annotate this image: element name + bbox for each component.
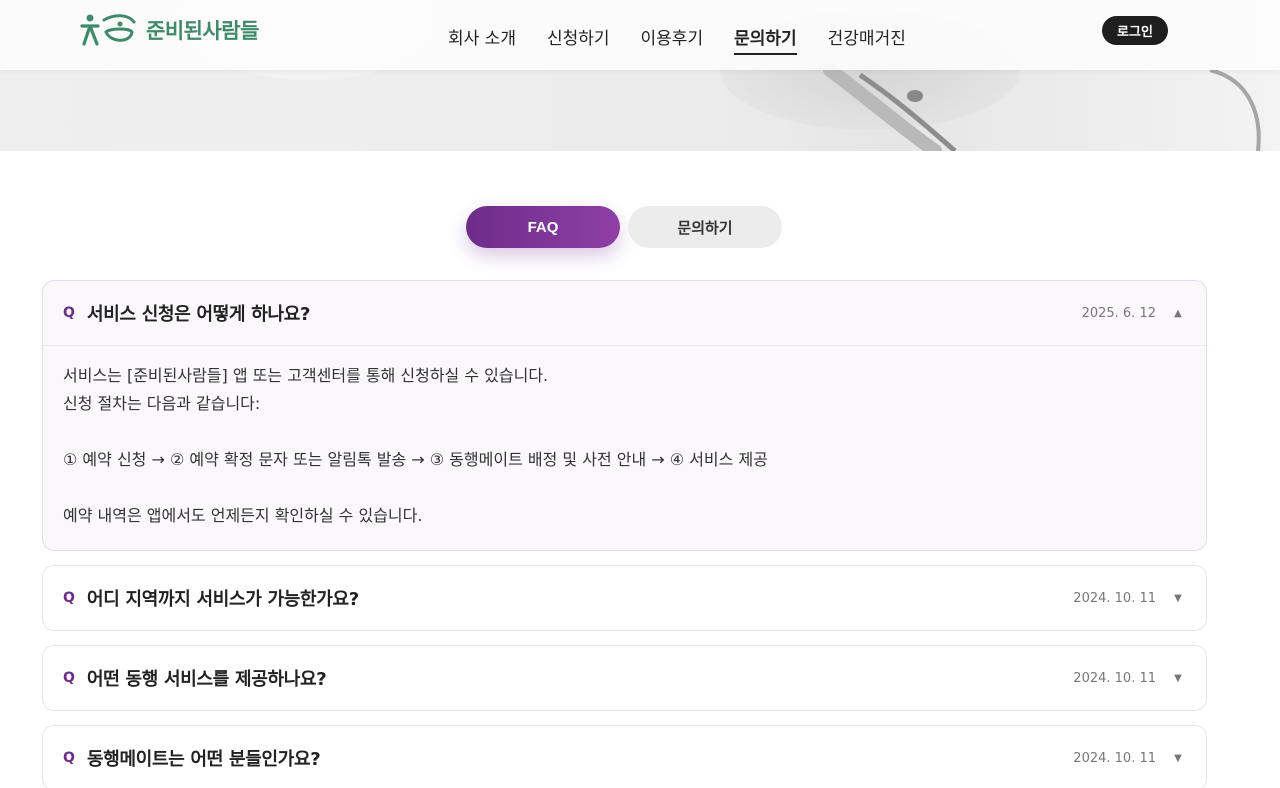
faq-question-row[interactable]: Q 동행메이트는 어떤 분들인가요? 2024. 10. 11 ▼	[43, 726, 1206, 788]
faq-list: Q 서비스 신청은 어떻게 하나요? 2025. 6. 12 ▲ 서비스는 [준…	[42, 280, 1207, 788]
faq-question-row[interactable]: Q 서비스 신청은 어떻게 하나요? 2025. 6. 12 ▲	[43, 281, 1206, 345]
faq-item: Q 어디 지역까지 서비스가 가능한가요? 2024. 10. 11 ▼	[42, 565, 1207, 631]
nav-item-inquiry[interactable]: 문의하기	[734, 24, 797, 55]
q-marker: Q	[63, 750, 75, 766]
answer-line	[63, 418, 1186, 446]
answer-line: 서비스는 [준비된사람들] 앱 또는 고객센터를 통해 신청하실 수 있습니다.	[63, 366, 549, 385]
faq-question: 어떤 동행 서비스를 제공하나요?	[87, 669, 327, 690]
tab-faq[interactable]: FAQ	[466, 206, 620, 248]
site-header: 준비된사람들 회사 소개 신청하기 이용후기 문의하기 건강매거진 로그인	[0, 0, 1280, 70]
main-nav: 회사 소개 신청하기 이용후기 문의하기 건강매거진	[448, 24, 937, 55]
chevron-down-icon[interactable]: ▼	[1170, 753, 1186, 764]
faq-date: 2024. 10. 11	[1073, 750, 1156, 766]
faq-tabs: FAQ 문의하기	[466, 206, 782, 248]
chevron-down-icon[interactable]: ▼	[1170, 673, 1186, 684]
faq-date: 2025. 6. 12	[1081, 305, 1156, 321]
faq-item: Q 어떤 동행 서비스를 제공하나요? 2024. 10. 11 ▼	[42, 645, 1207, 711]
q-marker: Q	[63, 305, 75, 321]
tab-inquiry[interactable]: 문의하기	[628, 206, 782, 248]
faq-item: Q 서비스 신청은 어떻게 하나요? 2025. 6. 12 ▲ 서비스는 [준…	[42, 280, 1207, 551]
q-marker: Q	[63, 670, 75, 686]
nav-item-magazine[interactable]: 건강매거진	[828, 24, 906, 55]
chevron-down-icon[interactable]: ▼	[1170, 593, 1186, 604]
chevron-up-icon[interactable]: ▲	[1170, 308, 1186, 319]
answer-line: 신청 절차는 다음과 같습니다:	[63, 394, 261, 413]
logo-mark-icon	[80, 14, 136, 46]
faq-question: 동행메이트는 어떤 분들인가요?	[87, 749, 321, 770]
answer-line: 예약 내역은 앱에서도 언제든지 확인하실 수 있습니다.	[63, 506, 423, 525]
faq-answer: 서비스는 [준비된사람들] 앱 또는 고객센터를 통해 신청하실 수 있습니다.…	[43, 345, 1206, 550]
logo-text: 준비된사람들	[146, 19, 259, 43]
faq-question-row[interactable]: Q 어디 지역까지 서비스가 가능한가요? 2024. 10. 11 ▼	[43, 566, 1206, 630]
faq-question: 어디 지역까지 서비스가 가능한가요?	[87, 589, 359, 610]
faq-date: 2024. 10. 11	[1073, 590, 1156, 606]
faq-item: Q 동행메이트는 어떤 분들인가요? 2024. 10. 11 ▼	[42, 725, 1207, 788]
q-marker: Q	[63, 590, 75, 606]
faq-question-row[interactable]: Q 어떤 동행 서비스를 제공하나요? 2024. 10. 11 ▼	[43, 646, 1206, 710]
nav-item-company[interactable]: 회사 소개	[448, 24, 516, 55]
site-logo[interactable]: 준비된사람들	[80, 12, 259, 48]
faq-date: 2024. 10. 11	[1073, 670, 1156, 686]
answer-line: ① 예약 신청 → ② 예약 확정 문자 또는 알림톡 발송 → ③ 동행메이트…	[63, 450, 768, 469]
nav-item-apply[interactable]: 신청하기	[547, 24, 610, 55]
login-button[interactable]: 로그인	[1102, 16, 1168, 45]
answer-line	[63, 474, 1186, 502]
faq-question: 서비스 신청은 어떻게 하나요?	[87, 304, 311, 325]
nav-item-reviews[interactable]: 이용후기	[641, 24, 704, 55]
